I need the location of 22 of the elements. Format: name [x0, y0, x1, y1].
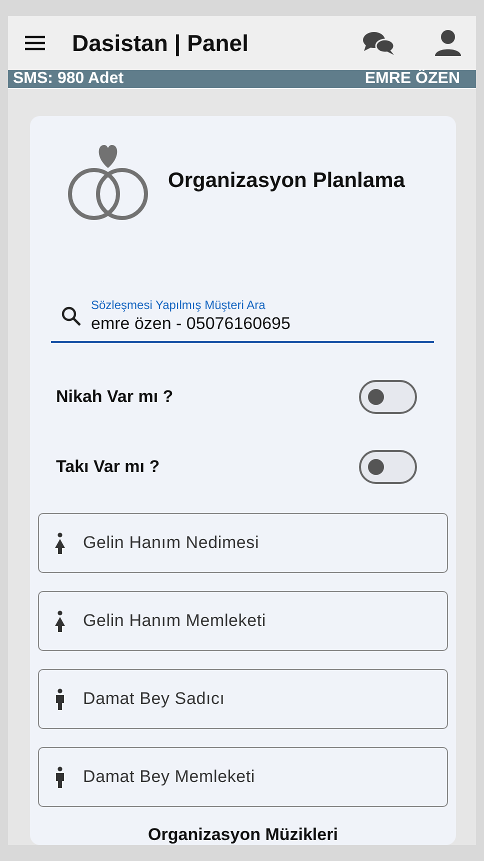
text-field[interactable]: Damat Bey Sadıcı	[38, 669, 448, 729]
toggle-switch[interactable]	[359, 450, 417, 484]
female-icon	[54, 610, 66, 632]
text-field[interactable]: Gelin Hanım Memleketi	[38, 591, 448, 651]
section-title: Organizasyon Müzikleri	[148, 825, 338, 845]
user-name: EMRE ÖZEN	[364, 70, 460, 88]
card-title: Organizasyon Planlama	[168, 169, 405, 193]
user-icon[interactable]	[434, 29, 462, 57]
sms-count: SMS: 980 Adet	[13, 70, 124, 88]
toggle-switch[interactable]	[359, 380, 417, 414]
search-icon	[61, 306, 81, 326]
male-icon	[54, 688, 66, 710]
app-title: Dasistan | Panel	[72, 30, 250, 56]
menu-icon[interactable]	[24, 35, 46, 51]
chat-icon[interactable]	[362, 30, 396, 56]
customer-search-field[interactable]: Sözleşmesi Yapılmış Müşteri Ara emre özen - 05076160695	[51, 298, 434, 343]
toggle-label: Takı Var mı ?	[56, 457, 160, 477]
female-icon	[54, 532, 66, 554]
text-field[interactable]: Damat Bey Memleketi	[38, 747, 448, 807]
male-icon	[54, 766, 66, 788]
toggle-label: Nikah Var mı ?	[56, 387, 174, 407]
text-field[interactable]: Gelin Hanım Nedimesi	[38, 513, 448, 573]
